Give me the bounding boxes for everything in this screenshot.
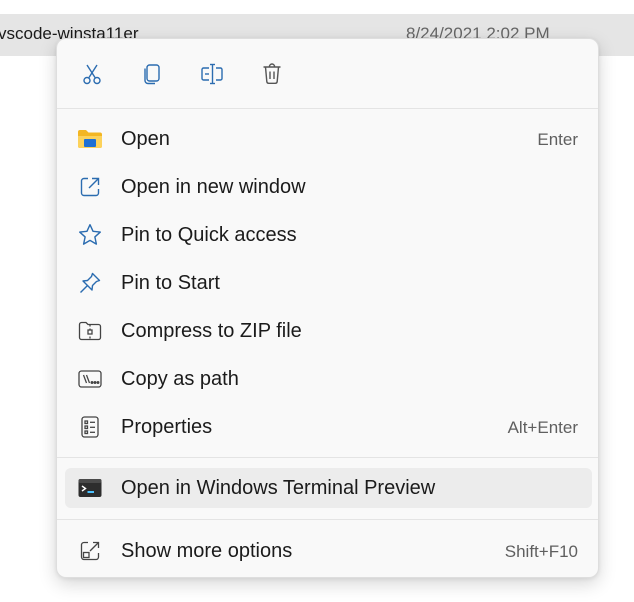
menu-item-properties[interactable]: Properties Alt+Enter — [65, 407, 592, 447]
copy-button[interactable] — [134, 56, 170, 92]
pin-icon — [77, 271, 103, 295]
trash-icon — [263, 63, 281, 85]
menu-item-open[interactable]: Open Enter — [65, 119, 592, 159]
menu-item-label: Show more options — [121, 540, 293, 562]
menu-item-open-in-windows-terminal-preview[interactable]: Open in Windows Terminal Preview — [65, 468, 592, 508]
menu-divider — [57, 457, 598, 458]
menu-item-show-more-options[interactable]: Show more options Shift+F10 — [65, 531, 592, 571]
menu-item-label: Open in new window — [121, 176, 306, 198]
path-icon — [77, 367, 103, 391]
menu-item-label: Copy as path — [121, 368, 239, 390]
menu-item-label: Open in Windows Terminal Preview — [121, 477, 436, 499]
menu-item-label: Pin to Quick access — [121, 224, 297, 246]
cut-button[interactable] — [74, 56, 110, 92]
context-menu: Open Enter Open in new window Pin to Qui… — [56, 38, 599, 578]
menu-item-compress-to-zip[interactable]: Compress to ZIP file — [65, 311, 592, 351]
menu-item-shortcut: Enter — [537, 130, 578, 149]
zip-icon — [77, 319, 103, 343]
menu-item-label: Open — [121, 128, 170, 150]
terminal-icon — [77, 476, 103, 500]
menu-item-label: Properties — [121, 416, 213, 438]
context-menu-toolbar — [57, 39, 598, 109]
menu-divider — [57, 519, 598, 520]
menu-item-label: Pin to Start — [121, 272, 220, 294]
menu-item-pin-to-start[interactable]: Pin to Start — [65, 263, 592, 303]
open-new-window-icon — [77, 175, 103, 199]
scissors-icon — [83, 64, 101, 85]
rename-icon — [201, 63, 223, 85]
toolbar-divider — [57, 108, 598, 109]
copy-icon — [144, 64, 160, 85]
menu-item-shortcut: Alt+Enter — [507, 418, 578, 437]
rename-button[interactable] — [194, 56, 230, 92]
properties-icon — [77, 415, 103, 439]
menu-item-pin-to-quick-access[interactable]: Pin to Quick access — [65, 215, 592, 255]
menu-item-copy-as-path[interactable]: Copy as path — [65, 359, 592, 399]
star-icon — [77, 223, 103, 247]
delete-button[interactable] — [254, 56, 290, 92]
menu-item-open-in-new-window[interactable]: Open in new window — [65, 167, 592, 207]
menu-item-shortcut: Shift+F10 — [504, 542, 578, 561]
show-more-icon — [77, 539, 103, 563]
menu-item-label: Compress to ZIP file — [121, 320, 302, 342]
folder-icon — [77, 127, 103, 151]
